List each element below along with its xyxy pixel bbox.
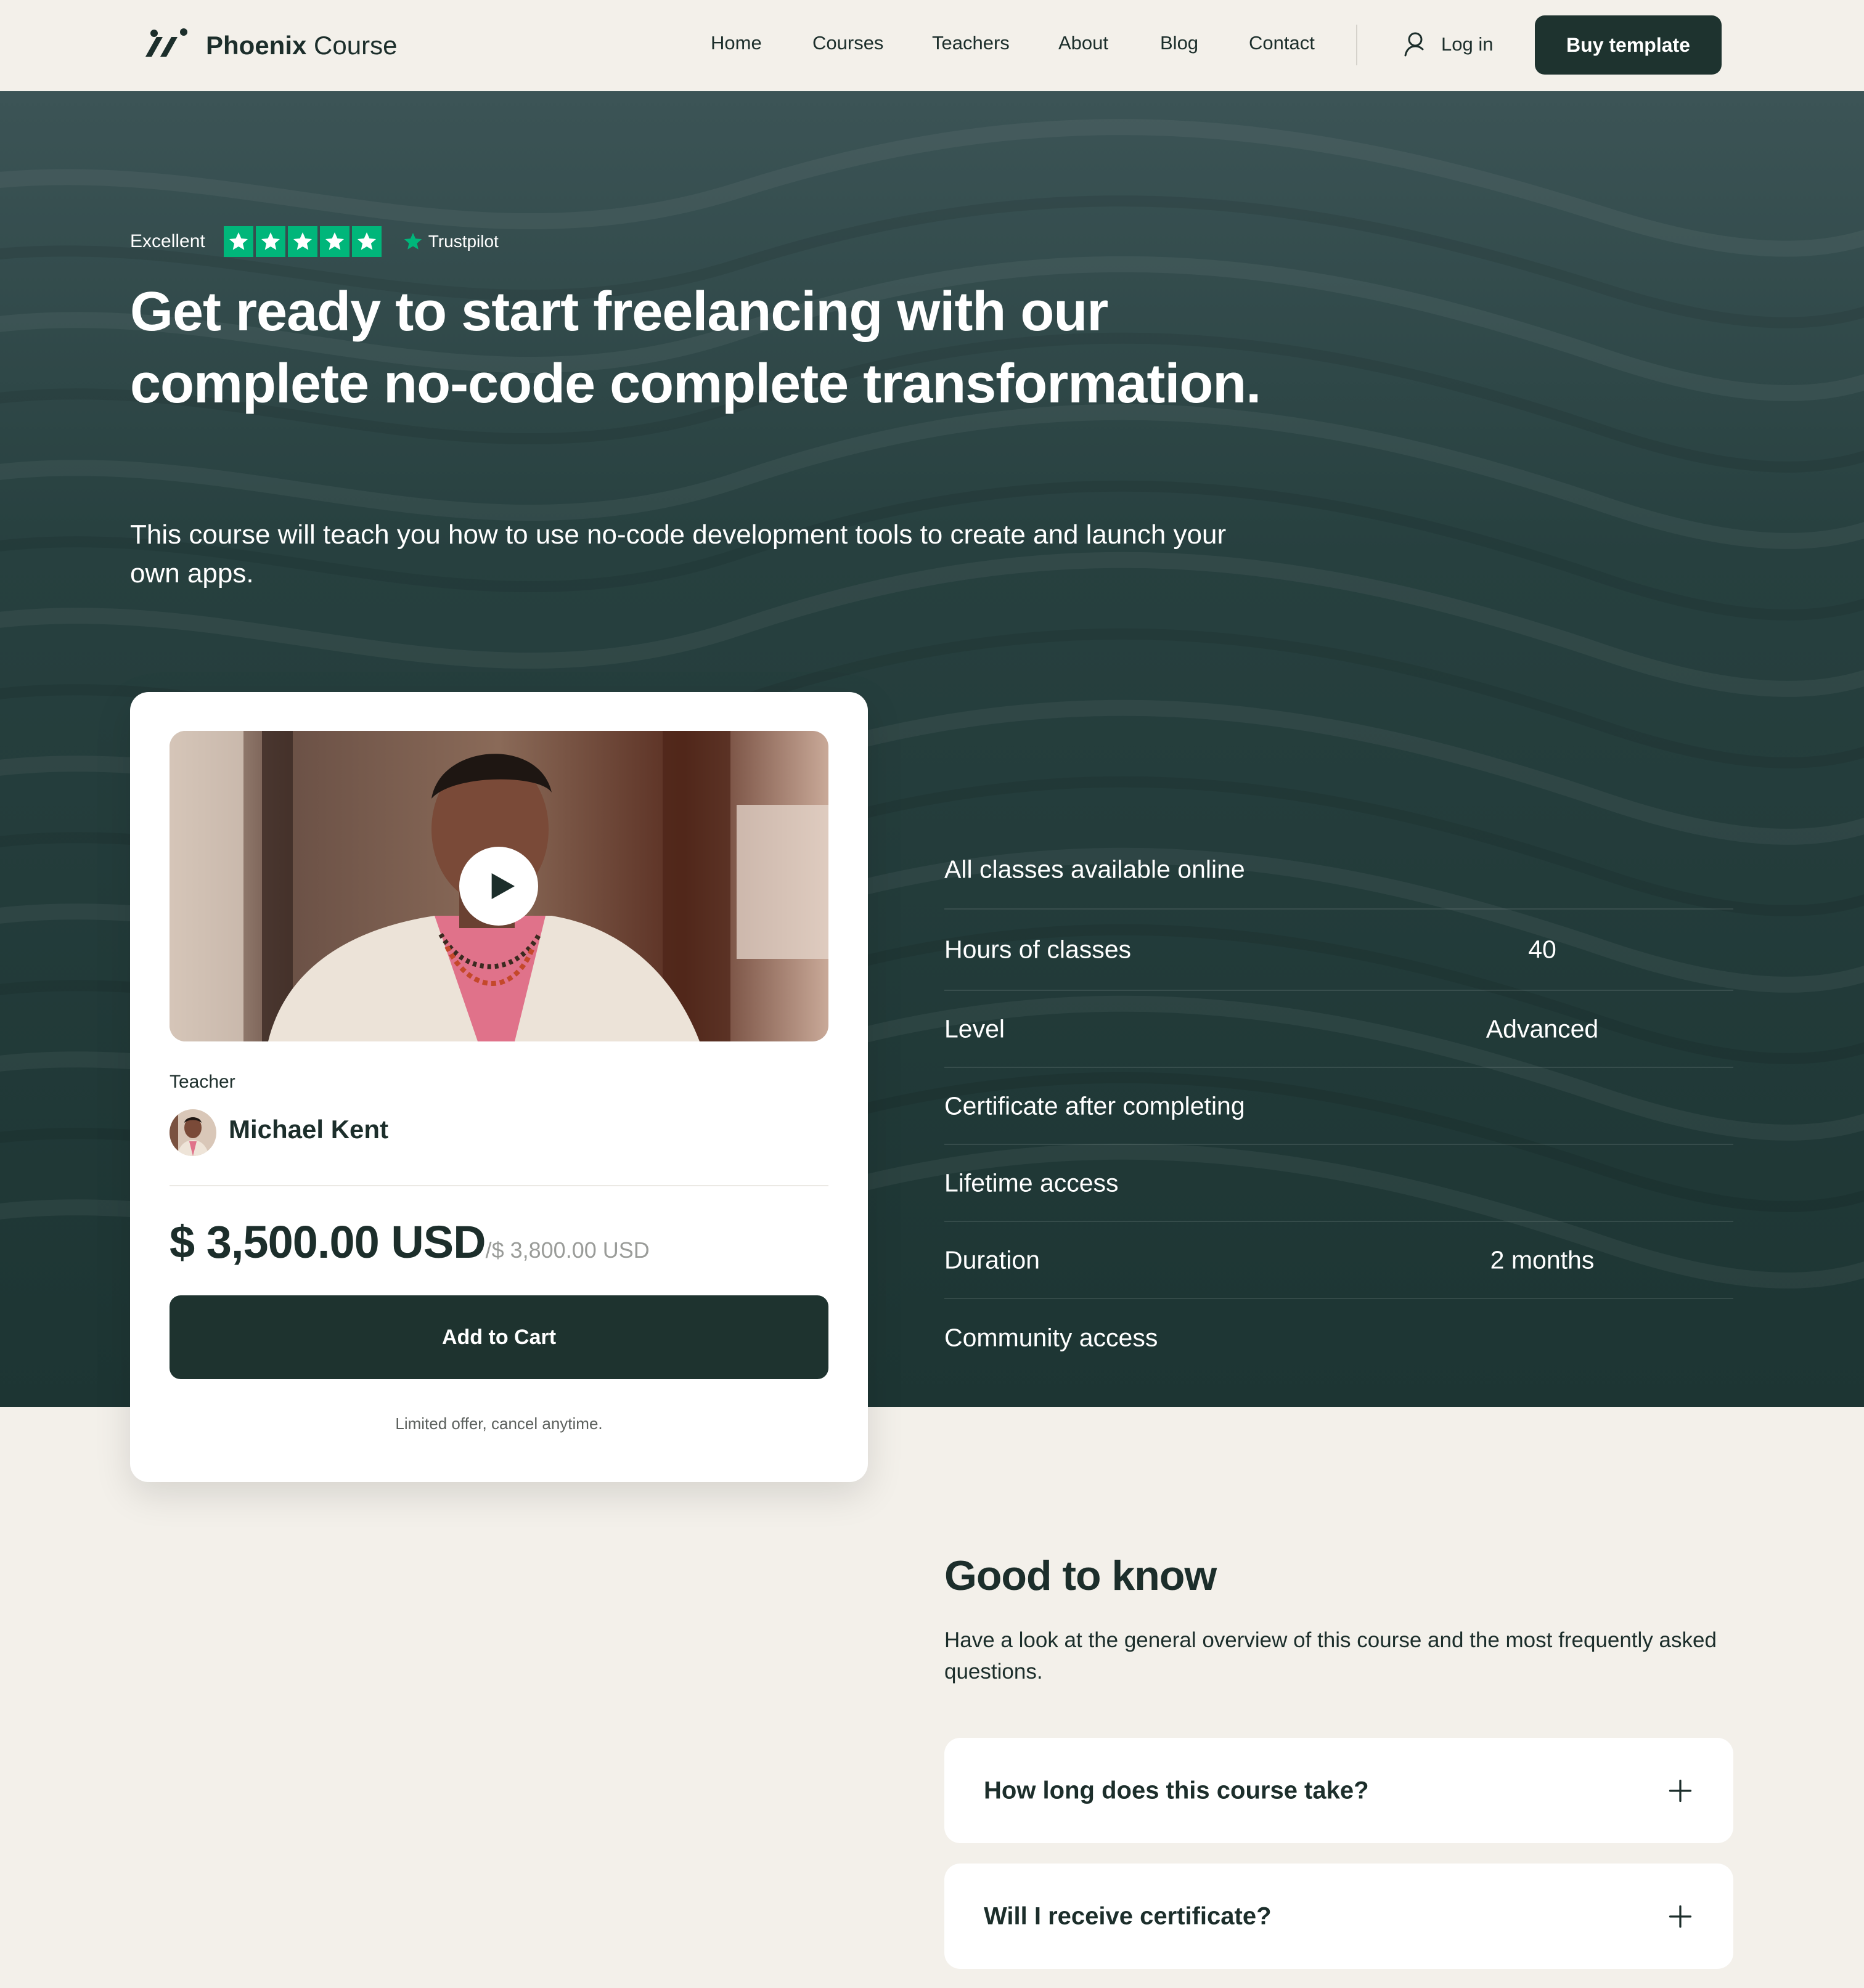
teacher-label: Teacher [170, 1072, 235, 1092]
teacher-name[interactable]: Michael Kent [229, 1115, 388, 1144]
hero-title: Get ready to start freelancing with our … [130, 281, 1261, 415]
star-icon [351, 226, 382, 257]
feature-row: Hours of classes 40 [944, 910, 1733, 991]
feature-value-text: Advanced [1486, 1014, 1599, 1043]
feature-row: All classes available online [944, 831, 1733, 910]
feature-label: Community access [944, 1323, 1158, 1351]
feature-label: Lifetime access [944, 1168, 1119, 1197]
good-to-know-title: Good to know [944, 1552, 1217, 1599]
plus-icon[interactable] [1667, 1777, 1694, 1804]
phoenix-logo-icon[interactable] [139, 26, 191, 62]
star-icon [223, 226, 253, 257]
nav-link-home[interactable]: Home [711, 32, 762, 54]
star-icon [287, 226, 317, 257]
plus-icon[interactable] [1667, 1903, 1694, 1930]
rating-label: Excellent [130, 231, 205, 251]
trustpilot-label: Trustpilot [428, 232, 499, 251]
feature-value-text: 2 months [1490, 1245, 1595, 1274]
card-divider [170, 1185, 828, 1186]
course-video-thumbnail[interactable] [170, 731, 828, 1041]
teacher-avatar [170, 1109, 216, 1156]
buy-template-button[interactable]: Buy template [1535, 15, 1722, 75]
brand-light: Course [314, 31, 398, 60]
nav-link-teachers[interactable]: Teachers [932, 32, 1010, 54]
top-nav: Phoenix Course Home Courses Teachers Abo… [0, 0, 1864, 91]
original-price: /$ 3,800.00 USD [485, 1237, 650, 1263]
faq-item[interactable]: How long does this course take? [944, 1738, 1733, 1843]
rating-stars [223, 226, 382, 257]
faq-question: Will I receive certificate? [984, 1902, 1272, 1929]
nav-divider [1356, 25, 1357, 65]
good-to-know-subtitle: Have a look at the general overview of t… [944, 1628, 1717, 1684]
faq-item[interactable]: Will I receive certificate? [944, 1864, 1733, 1969]
trustpilot-rating: Excellent Trustpilot [130, 224, 499, 259]
feature-label: Certificate after completing [944, 1091, 1245, 1120]
login-label: Log in [1441, 33, 1494, 55]
course-card: Teacher Michael Kent $ 3,500.00 USD /$ 3… [130, 692, 868, 1482]
offer-note: Limited offer, cancel anytime. [395, 1414, 603, 1433]
login-link[interactable]: Log in [1402, 28, 1493, 60]
brand-bold: Phoenix [206, 31, 307, 60]
faq-question: How long does this course take? [984, 1777, 1369, 1804]
star-icon [319, 226, 350, 257]
play-video-button[interactable] [459, 847, 538, 926]
star-icon [255, 226, 285, 257]
trustpilot-brand: Trustpilot [403, 231, 499, 252]
feature-row: Certificate after completing [944, 1068, 1733, 1145]
nav-link-about[interactable]: About [1058, 32, 1108, 54]
feature-row: Duration 2 months [944, 1222, 1733, 1299]
feature-value-text: 40 [1528, 935, 1556, 964]
feature-label: All classes available online [944, 855, 1245, 884]
course-price: $ 3,500.00 USD /$ 3,800.00 USD [170, 1216, 650, 1268]
feature-label: Hours of classes [944, 935, 1132, 964]
nav-link-blog[interactable]: Blog [1160, 32, 1198, 54]
hero-subtitle: This course will teach you how to use no… [130, 519, 1227, 589]
current-price: $ 3,500.00 USD [170, 1216, 486, 1268]
add-to-cart-button[interactable]: Add to Cart [170, 1295, 828, 1379]
feature-label: Duration [944, 1245, 1040, 1274]
nav-link-contact[interactable]: Contact [1249, 32, 1315, 54]
feature-row: Lifetime access [944, 1145, 1733, 1222]
play-icon [491, 873, 515, 899]
feature-row: Level Advanced [944, 991, 1733, 1068]
user-icon [1404, 32, 1424, 57]
feature-label: Level [944, 1014, 1005, 1043]
feature-row: Community access [944, 1299, 1733, 1376]
brand-name[interactable]: Phoenix Course [206, 31, 397, 60]
trustpilot-star-icon [404, 232, 422, 250]
nav-link-courses[interactable]: Courses [812, 32, 883, 54]
